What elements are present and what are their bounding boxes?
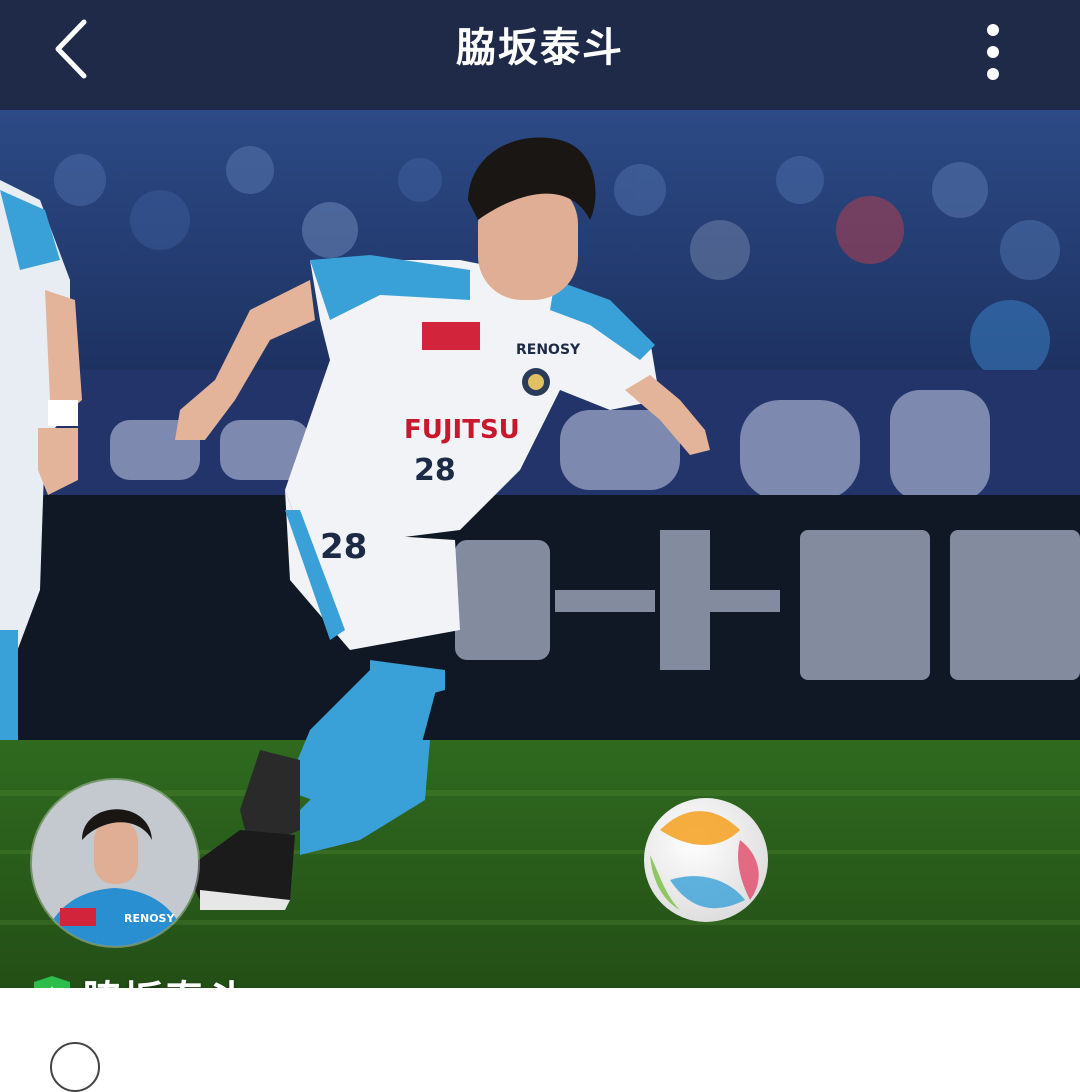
jersey-brand-text: RENOSY [516, 342, 581, 358]
back-button[interactable] [44, 16, 104, 86]
cover-photo[interactable]: RENOSY FUJITSU 28 28 RENOSY [0, 110, 1080, 988]
profile-name: 脇坂泰斗 [82, 968, 246, 988]
post-author-avatar[interactable] [50, 1042, 100, 1092]
profile-avatar[interactable]: RENOSY [32, 780, 198, 946]
verified-shield-star-icon [34, 976, 70, 988]
page-title: 脇坂泰斗 [456, 25, 624, 71]
chevron-left-icon [55, 19, 87, 79]
shorts-number-text: 28 [320, 527, 367, 567]
jersey-number-text: 28 [414, 453, 456, 488]
avatar-image: RENOSY [32, 780, 198, 946]
more-options-button[interactable] [966, 18, 1020, 88]
vertical-dots-icon [987, 24, 999, 80]
top-nav-bar: 脇坂泰斗 [0, 0, 1080, 110]
profile-name-row: 脇坂泰斗 [32, 970, 246, 988]
avatar-brand-text: RENOSY [124, 912, 175, 925]
soccer-ball [644, 798, 768, 922]
jersey-sponsor-text: FUJITSU [404, 415, 520, 445]
content-area [0, 988, 1080, 1092]
